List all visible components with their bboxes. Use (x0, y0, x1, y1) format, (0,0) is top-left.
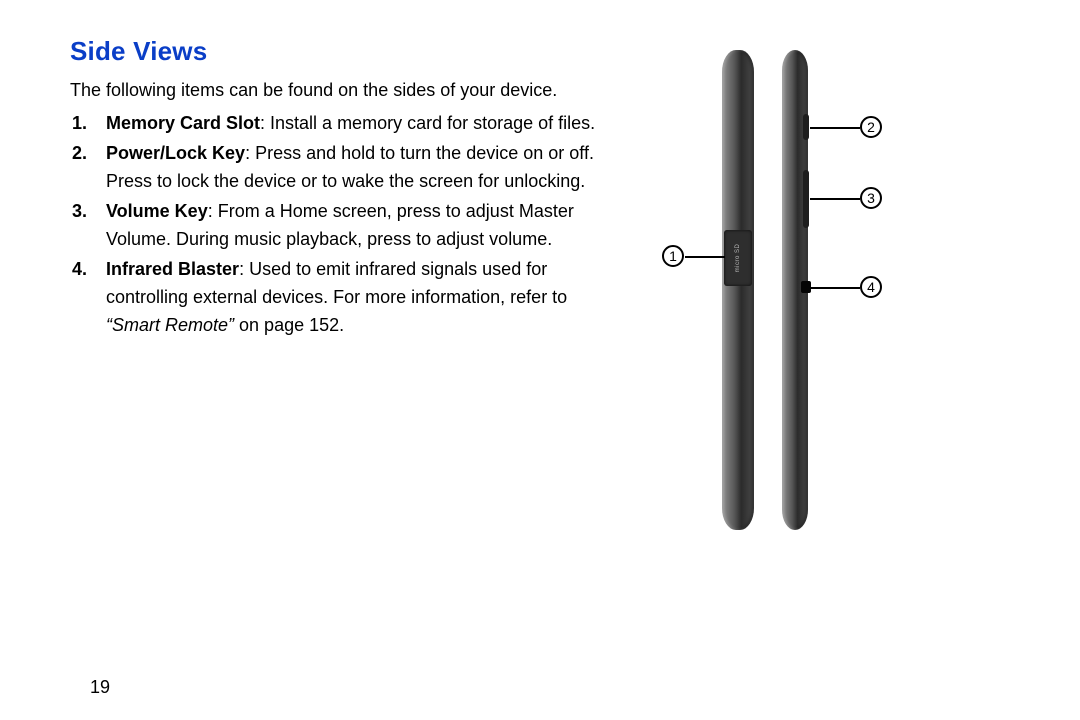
feature-label: Memory Card Slot (106, 113, 260, 133)
feature-label: Infrared Blaster (106, 259, 239, 279)
callout-circle-3: 3 (860, 187, 882, 209)
power-key-graphic (803, 114, 809, 140)
callout-circle-1: 1 (662, 245, 684, 267)
feature-label: Power/Lock Key (106, 143, 245, 163)
manual-page: Side Views The following items can be fo… (0, 0, 1080, 720)
volume-key-graphic (803, 170, 809, 228)
callout-lead-1 (685, 256, 725, 258)
callout-lead-3 (810, 198, 860, 200)
side-view-diagram: 1 2 3 4 (650, 50, 1020, 570)
feature-desc: : Install a memory card for storage of f… (260, 113, 595, 133)
feature-item-power-lock: Power/Lock Key: Press and hold to turn t… (106, 139, 610, 195)
feature-desc-tail: on page 152. (234, 315, 344, 335)
feature-item-memory-card: Memory Card Slot: Install a memory card … (106, 109, 610, 137)
feature-label: Volume Key (106, 201, 208, 221)
callout-lead-4 (810, 287, 860, 289)
device-left-side (722, 50, 754, 530)
memory-card-slot-graphic (724, 230, 752, 286)
callout-circle-4: 4 (860, 276, 882, 298)
callout-circle-2: 2 (860, 116, 882, 138)
feature-item-infrared: Infrared Blaster: Used to emit infrared … (106, 255, 610, 339)
page-number: 19 (90, 677, 110, 698)
intro-text: The following items can be found on the … (70, 77, 630, 103)
feature-xref: “Smart Remote” (106, 315, 234, 335)
feature-item-volume: Volume Key: From a Home screen, press to… (106, 197, 610, 253)
feature-list: Memory Card Slot: Install a memory card … (70, 109, 610, 339)
callout-lead-2 (810, 127, 860, 129)
